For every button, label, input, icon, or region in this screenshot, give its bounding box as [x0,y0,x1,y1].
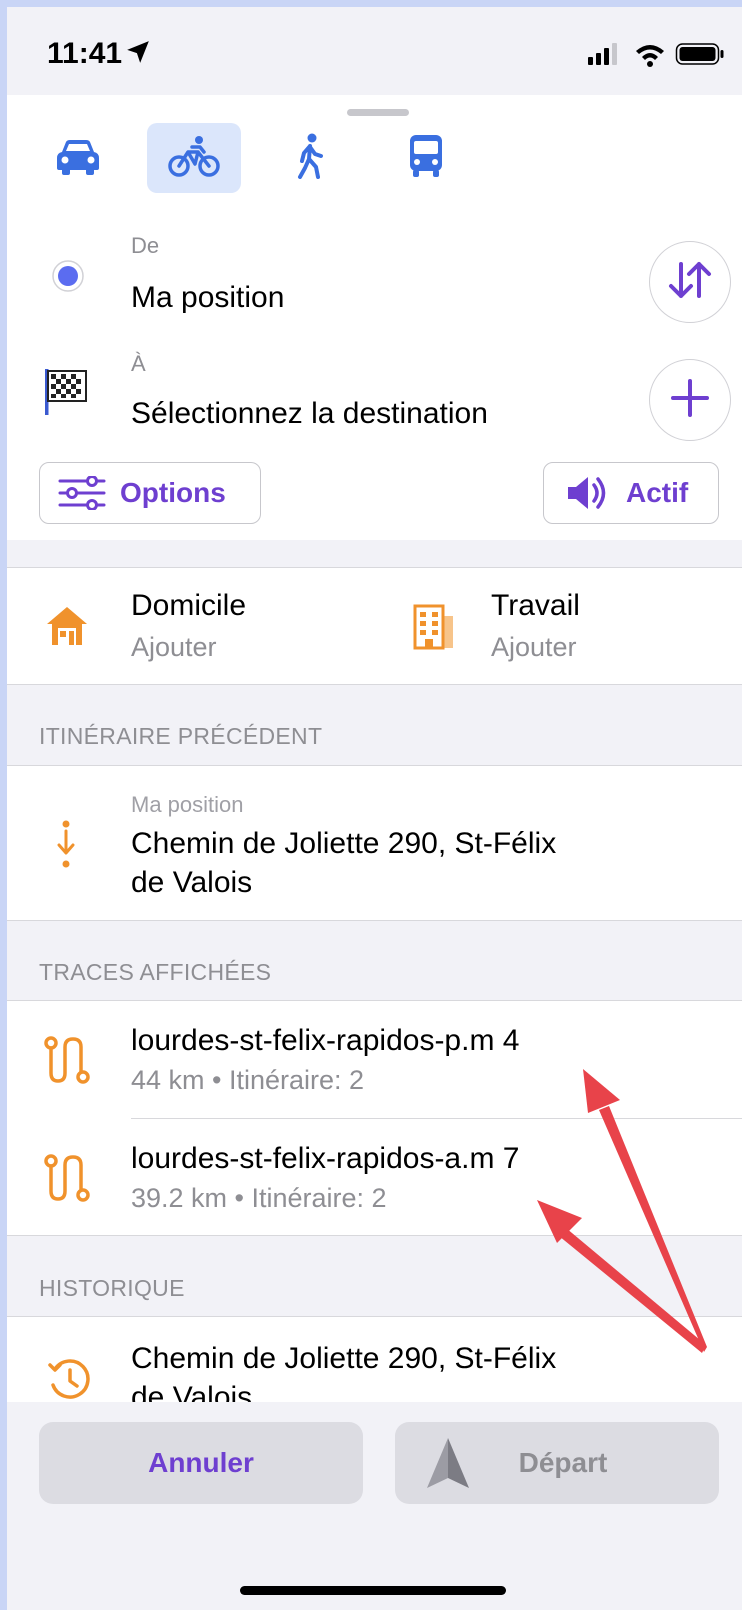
track-item[interactable]: lourdes-st-felix-rapidos-a.m 7 39.2 km •… [7,1119,742,1237]
status-bar: 11:41 [7,7,742,95]
home-icon [45,604,89,653]
history-line1: Chemin de Joliette 290, St-Félix [131,1342,557,1375]
start-label: Départ [518,1447,608,1478]
destination-field[interactable]: Sélectionnez la destination [131,397,488,431]
track-route-icon [43,1035,91,1090]
home-action: Ajouter [131,632,217,662]
wifi-icon [636,45,664,67]
track-detail: 39.2 km • Itinéraire: 2 [131,1183,387,1213]
phone-screen: 11:41 De Ma position À Sélectionnez la d… [7,7,742,1610]
office-building-icon [411,602,455,655]
swap-route-button[interactable] [649,241,731,323]
mode-bicycle-button[interactable] [147,123,241,193]
mode-car-button[interactable] [31,123,125,193]
route-sheet: De Ma position À Sélectionnez la destina… [7,95,742,1610]
track-name: lourdes-st-felix-rapidos-p.m 4 [131,1024,520,1057]
bus-icon [408,133,444,184]
tracks-header: TRACES AFFICHÉES [39,959,272,985]
navigation-arrow-icon [425,1436,471,1497]
checkered-flag-icon [43,367,91,424]
history-clock-icon [47,1357,93,1408]
work-action: Ajouter [491,632,577,662]
swap-arrows-icon [667,260,713,305]
mode-bus-button[interactable] [379,123,473,193]
voice-guidance-button[interactable]: Actif [543,462,719,524]
route-dots-arrow-icon [55,820,77,875]
options-button[interactable]: Options [39,462,261,524]
status-icons [588,41,728,72]
home-indicator[interactable] [240,1586,506,1595]
previous-route-to-line1: Chemin de Joliette 290, St-Félix [131,827,557,860]
from-field[interactable]: Ma position [131,281,284,315]
from-label: De [131,233,160,258]
sound-status-label: Actif [626,477,689,508]
add-waypoint-button[interactable] [649,359,731,441]
route-planner-card: De Ma position À Sélectionnez la destina… [7,95,742,540]
bicycle-icon [168,134,220,183]
cancel-button[interactable]: Annuler [39,1422,363,1504]
mode-walk-button[interactable] [263,123,357,193]
previous-route-to-line2: de Valois [131,866,253,899]
sliders-icon [58,476,106,510]
history-header: HISTORIQUE [39,1275,185,1301]
battery-icon [675,43,724,65]
to-label: À [131,351,146,376]
cancel-label: Annuler [148,1447,254,1478]
plus-icon [670,378,710,423]
track-detail: 44 km • Itinéraire: 2 [131,1065,365,1095]
tracks-card: lourdes-st-felix-rapidos-p.m 4 44 km • I… [7,1000,742,1236]
work-title: Travail [491,589,580,622]
speaker-icon [566,474,608,512]
options-label: Options [120,477,226,508]
track-name: lourdes-st-felix-rapidos-a.m 7 [131,1142,520,1175]
walk-icon [294,133,326,184]
home-favorite[interactable]: Domicile Ajouter [7,568,367,686]
location-arrow-icon [125,39,151,70]
start-button[interactable]: Départ [395,1422,719,1504]
sheet-grabber[interactable] [347,109,409,116]
work-favorite[interactable]: Travail Ajouter [377,568,742,686]
signal-icon [588,43,617,65]
current-location-dot-icon [51,259,85,298]
previous-route-item[interactable]: Ma position Chemin de Joliette 290, St-F… [7,765,742,921]
previous-route-from: Ma position [131,792,244,817]
status-time: 11:41 [47,37,123,70]
track-route-icon [43,1153,91,1208]
previous-route-header: ITINÉRAIRE PRÉCÉDENT [39,723,323,749]
favorites-card: Domicile Ajouter Travail Ajouter [7,567,742,685]
home-title: Domicile [131,589,247,622]
bottom-action-bar: Annuler Départ [7,1402,742,1610]
car-icon [54,136,102,181]
track-item[interactable]: lourdes-st-felix-rapidos-p.m 4 44 km • I… [7,1001,742,1119]
